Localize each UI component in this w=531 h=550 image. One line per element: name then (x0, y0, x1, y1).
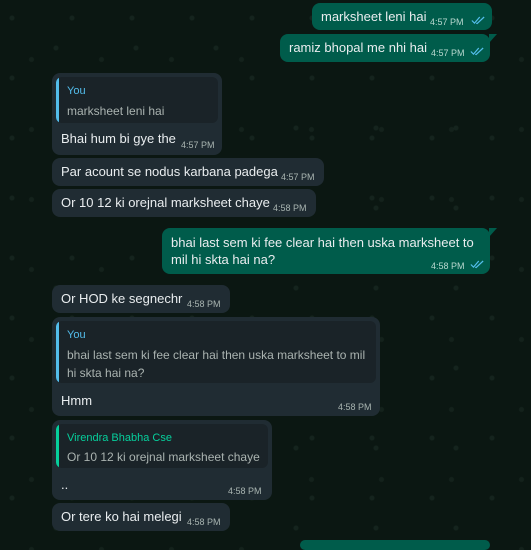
quote-author: Virendra Bhabha Cse (67, 432, 172, 444)
quoted-message[interactable]: You marksheet leni hai (56, 77, 218, 123)
message-bubble-incoming[interactable]: Par acount se nodus karbana padega 4:57 … (52, 158, 324, 186)
message-text: Or HOD ke segnechr (61, 291, 183, 306)
message-time: 4:58 PM (187, 299, 221, 309)
quote-text: Or 10 12 ki orejnal marksheet chaye (67, 450, 260, 464)
message-time: 4:58 PM (338, 402, 372, 412)
message-text-line-1: bhai last sem ki fee clear hai then uska… (171, 235, 474, 250)
message-bubble-incoming[interactable]: Or 10 12 ki orejnal marksheet chaye 4:58… (52, 189, 316, 217)
message-text: Par acount se nodus karbana padega (61, 164, 278, 179)
message-text: ramiz bhopal me nhi hai (289, 40, 428, 55)
message-time: 4:57 PM (430, 17, 464, 27)
bubble-tail (489, 228, 497, 237)
message-bubble-incoming[interactable]: Or tere ko hai melegi 4:58 PM (52, 503, 230, 531)
quote-author: You (67, 85, 86, 97)
read-double-check-icon (470, 47, 484, 56)
quote-text-line-2: hi skta hai na? (67, 366, 145, 380)
read-double-check-icon (471, 16, 485, 25)
message-text: Or tere ko hai melegi (61, 509, 182, 524)
bubble-tail (489, 34, 497, 43)
message-bubble-incoming[interactable]: You marksheet leni hai Bhai hum bi gye t… (52, 73, 222, 155)
message-bubble-incoming[interactable]: Or HOD ke segnechr 4:58 PM (52, 285, 230, 313)
quote-accent-bar (56, 424, 59, 468)
message-time: 4:58 PM (228, 486, 262, 496)
message-time: 4:57 PM (181, 140, 215, 150)
message-time: 4:57 PM (281, 172, 315, 182)
message-time: 4:58 PM (187, 517, 221, 527)
quote-accent-bar (56, 77, 59, 123)
message-text-line-2: mil hi skta hai na? (171, 252, 276, 267)
message-text: Hmm (61, 393, 93, 408)
quoted-message[interactable]: Virendra Bhabha Cse Or 10 12 ki orejnal … (56, 424, 268, 468)
message-time: 4:58 PM (431, 261, 465, 271)
quote-text-line-1: bhai last sem ki fee clear hai then uska… (67, 348, 366, 362)
message-bubble-outgoing-partial[interactable] (300, 540, 490, 550)
message-time: 4:57 PM (431, 48, 465, 58)
message-bubble-outgoing[interactable]: marksheet leni hai 4:57 PM (312, 3, 492, 30)
message-bubble-incoming[interactable]: Virendra Bhabha Cse Or 10 12 ki orejnal … (52, 420, 272, 500)
quote-text: marksheet leni hai (67, 104, 165, 118)
quote-accent-bar (56, 321, 59, 383)
read-double-check-icon (470, 260, 484, 269)
message-text: Or 10 12 ki orejnal marksheet chaye (61, 195, 270, 210)
message-text: Bhai hum bi gye the (61, 131, 176, 146)
message-text: .. (61, 477, 69, 492)
quoted-message[interactable]: You bhai last sem ki fee clear hai then … (56, 321, 376, 383)
message-time: 4:58 PM (273, 203, 307, 213)
message-text: marksheet leni hai (321, 9, 427, 24)
message-bubble-outgoing[interactable]: ramiz bhopal me nhi hai 4:57 PM (280, 34, 497, 62)
quote-author: You (67, 329, 86, 341)
message-bubble-incoming[interactable]: You bhai last sem ki fee clear hai then … (52, 317, 380, 416)
message-bubble-outgoing[interactable]: bhai last sem ki fee clear hai then uska… (162, 228, 497, 274)
